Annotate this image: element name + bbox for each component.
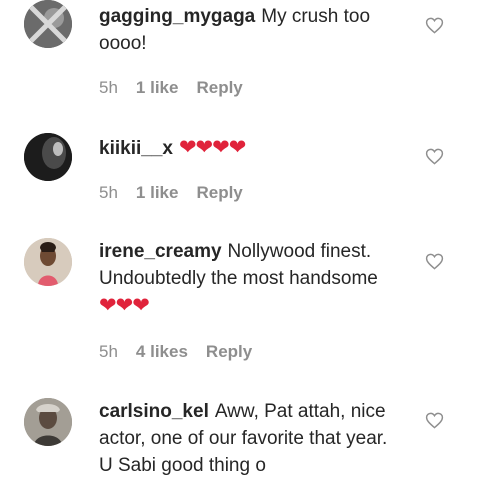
comment-body: gagging_mygaga My crush too oooo!	[99, 3, 399, 57]
reply-button[interactable]: Reply	[206, 342, 252, 362]
comment-username[interactable]: kiikii__x	[99, 138, 173, 159]
heart-emojis: ❤❤❤	[99, 294, 150, 317]
comment-username[interactable]: irene_creamy	[99, 241, 222, 262]
avatar[interactable]	[24, 238, 72, 286]
comment-time: 5h	[99, 342, 118, 361]
reply-button[interactable]: Reply	[196, 78, 242, 98]
comment-likes[interactable]: 1 like	[136, 78, 179, 98]
avatar[interactable]	[24, 133, 72, 181]
heart-emojis: ❤❤❤❤	[178, 136, 246, 159]
comment-body: kiikii__x ❤❤❤❤	[99, 134, 399, 162]
comment-meta: 5h 1 like Reply	[99, 183, 243, 203]
reply-button[interactable]: Reply	[196, 183, 242, 203]
comment-time: 5h	[99, 78, 118, 97]
comment-body: carlsino_kel Aww, Pat attah, nice actor, …	[99, 398, 399, 479]
comment-username[interactable]: carlsino_kel	[99, 401, 209, 422]
comment-body: irene_creamy Nollywood finest. Undoubtedl…	[99, 238, 399, 320]
heart-outline-icon[interactable]	[425, 252, 444, 271]
comment-meta: 5h 1 like Reply	[99, 78, 243, 98]
heart-outline-icon[interactable]	[425, 16, 444, 35]
comment-meta: 5h 4 likes Reply	[99, 342, 252, 362]
comment-likes[interactable]: 1 like	[136, 183, 179, 203]
heart-outline-icon[interactable]	[425, 411, 444, 430]
heart-outline-icon[interactable]	[425, 147, 444, 166]
comment-likes[interactable]: 4 likes	[136, 342, 188, 362]
comment-username[interactable]: gagging_mygaga	[99, 6, 255, 27]
comment-time: 5h	[99, 183, 118, 202]
avatar[interactable]	[24, 398, 72, 446]
avatar[interactable]	[24, 0, 72, 48]
